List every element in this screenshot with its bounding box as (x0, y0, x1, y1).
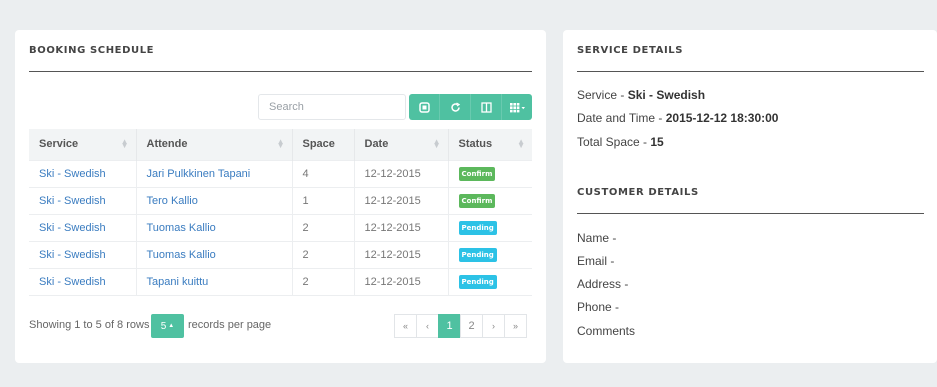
column-header-label: Attende (146, 138, 188, 151)
sort-icon: ▲ ▼ (432, 137, 441, 150)
column-header-label: Date (364, 138, 389, 151)
attende-link[interactable]: Jari Pulkkinen Tapani (147, 168, 251, 180)
service-value: Ski - Swedish (627, 88, 706, 102)
table-row[interactable]: Ski - Swedish Tuomas Kallio 2 12-12-2015… (29, 213, 532, 241)
status-badge: Confirm (458, 166, 496, 181)
customer-phone: Phone - (577, 300, 620, 314)
date-cell: 12-12-2015 (354, 267, 449, 296)
columns-button[interactable] (471, 94, 502, 120)
prev-page-button[interactable]: ‹ (416, 314, 439, 338)
attende-link[interactable]: Tuomas Kallio (147, 249, 216, 261)
space-cell: 1 (292, 186, 355, 214)
grid-icon (509, 102, 525, 112)
service-link[interactable]: Ski - Swedish (39, 249, 106, 261)
caret-down-icon: ▲ (168, 323, 175, 329)
service-details-title: SERVICE DETAILS (577, 45, 684, 56)
datetime-detail: Date and Time - 2015-12-12 18:30:00 (577, 111, 778, 125)
table-row[interactable]: Ski - Swedish Tapani kuittu 2 12-12-2015… (29, 267, 532, 296)
space-cell: 2 (292, 267, 355, 296)
sort-icon: ▲ ▼ (517, 137, 525, 150)
attende-link[interactable]: Tero Kallio (147, 195, 198, 207)
columns-icon (480, 101, 492, 113)
page-size-dropdown[interactable]: 5 ▲ (151, 314, 184, 338)
space-cell: 2 (292, 213, 355, 241)
service-link[interactable]: Ski - Swedish (39, 168, 106, 180)
column-header-space[interactable]: Space (292, 129, 355, 160)
service-link[interactable]: Ski - Swedish (39, 222, 106, 234)
date-cell: 12-12-2015 (354, 240, 449, 268)
total-space-value: 15 (650, 135, 664, 149)
service-detail: Service - Ski - Swedish (577, 88, 705, 102)
booking-schedule-title: BOOKING SCHEDULE (29, 45, 155, 56)
customer-comments: Comments (577, 324, 636, 338)
service-details-divider (577, 71, 924, 72)
attende-link[interactable]: Tapani kuittu (147, 276, 209, 288)
refresh-button[interactable] (440, 94, 471, 120)
refresh-icon (450, 101, 460, 112)
table-row[interactable]: Ski - Swedish Tero Kallio 1 12-12-2015 C… (29, 186, 532, 214)
column-header-date[interactable]: Date ▲ ▼ (354, 129, 449, 160)
first-page-button[interactable]: « (394, 314, 417, 338)
column-header-status[interactable]: Status ▲ ▼ (448, 129, 532, 160)
total-space-detail: Total Space - 15 (577, 135, 664, 149)
sort-icon: ▲ ▼ (276, 137, 285, 150)
booking-schedule-panel: BOOKING SCHEDULE Search Service ▲ ▼ Atte… (15, 30, 546, 363)
page-2-button[interactable]: 2 (460, 314, 483, 338)
sort-icon: ▲ ▼ (120, 137, 129, 150)
square-icon (418, 101, 430, 113)
customer-details-title: CUSTOMER DETAILS (577, 187, 699, 198)
grid-dropdown-button[interactable] (502, 94, 532, 120)
column-header-label: Service (39, 138, 79, 151)
total-space-label: Total Space - (577, 135, 651, 149)
status-badge: Pending (458, 220, 497, 235)
status-badge: Pending (458, 274, 497, 289)
title-divider (29, 71, 532, 72)
column-header-attende[interactable]: Attende ▲ ▼ (136, 129, 293, 160)
toggle-view-button[interactable] (409, 94, 440, 120)
table-toolbar (409, 94, 532, 120)
table-header-row: Service ▲ ▼ Attende ▲ ▼ Space Date ▲ ▼ Status ▲… (29, 129, 532, 160)
column-header-service[interactable]: Service ▲ ▼ (29, 129, 137, 160)
booking-table: Service ▲ ▼ Attende ▲ ▼ Space Date ▲ ▼ Status ▲… (29, 129, 532, 296)
customer-details-divider (577, 213, 924, 214)
page-1-button[interactable]: 1 (438, 314, 461, 338)
column-header-label: Status (458, 138, 493, 151)
last-page-button[interactable]: » (504, 314, 527, 338)
datetime-label: Date and Time - (577, 111, 666, 125)
date-cell: 12-12-2015 (354, 213, 449, 241)
customer-email: Email - (577, 254, 615, 268)
customer-address: Address - (577, 277, 629, 291)
service-link[interactable]: Ski - Swedish (39, 195, 106, 207)
records-per-page-text: records per page (188, 319, 272, 331)
status-badge: Confirm (458, 193, 496, 208)
date-cell: 12-12-2015 (354, 186, 449, 214)
details-panel: SERVICE DETAILS Service - Ski - Swedish … (563, 30, 937, 363)
next-page-button[interactable]: › (482, 314, 505, 338)
service-label: Service - (577, 88, 628, 102)
attende-link[interactable]: Tuomas Kallio (147, 222, 216, 234)
status-badge: Pending (458, 247, 497, 262)
customer-name: Name - (577, 231, 617, 245)
search-input[interactable] (258, 94, 406, 120)
space-cell: 4 (292, 159, 355, 187)
page-size-value: 5 (160, 320, 167, 332)
showing-rows-text: Showing 1 to 5 of 8 rows (29, 319, 150, 331)
table-row[interactable]: Ski - Swedish Tuomas Kallio 2 12-12-2015… (29, 240, 532, 268)
table-row[interactable]: Ski - Swedish Jari Pulkkinen Tapani 4 12… (29, 159, 532, 187)
service-link[interactable]: Ski - Swedish (39, 276, 106, 288)
pagination: « ‹ 1 2 › » (394, 314, 527, 338)
date-cell: 12-12-2015 (354, 159, 449, 187)
datetime-value: 2015-12-12 18:30:00 (665, 111, 779, 125)
column-header-label: Space (302, 138, 335, 151)
space-cell: 2 (292, 240, 355, 268)
